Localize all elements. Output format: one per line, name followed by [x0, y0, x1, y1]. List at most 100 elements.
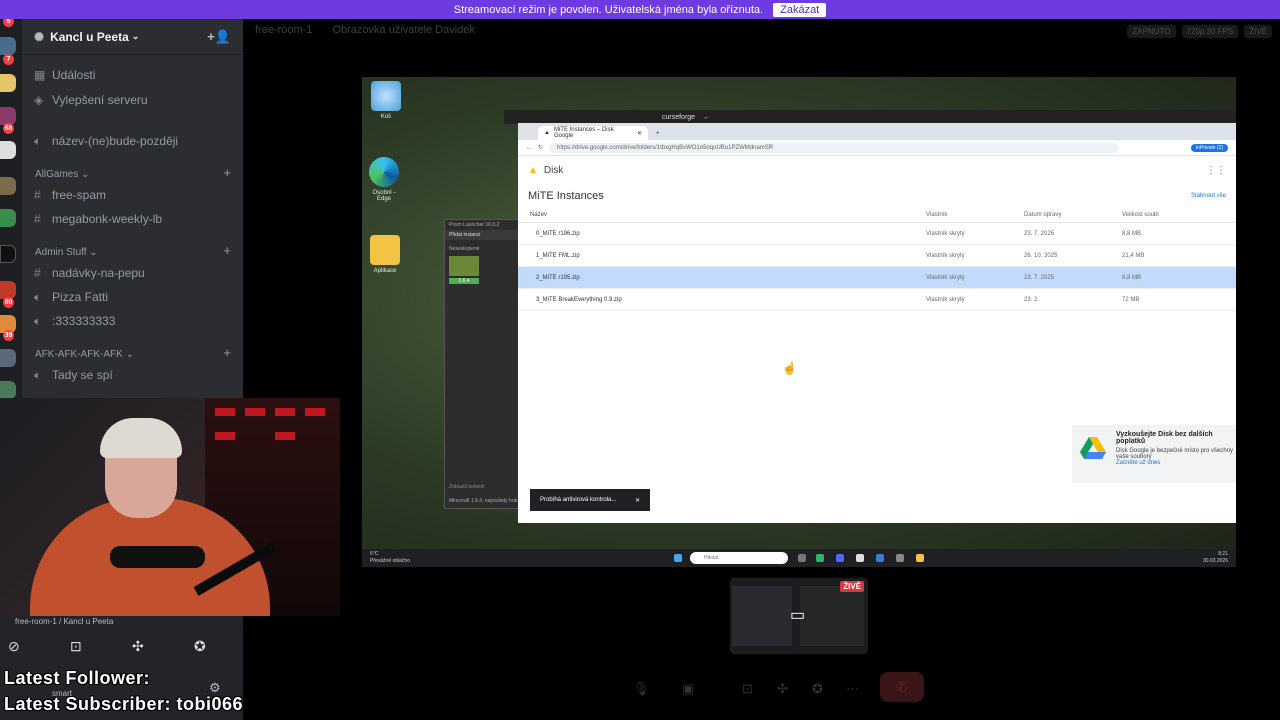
taskbar-search[interactable]: Hledat	[690, 552, 788, 564]
server-icon[interactable]	[0, 209, 16, 227]
channel-voice[interactable]: 🔈︎ Tady se spí	[34, 365, 113, 385]
weather-widget[interactable]: 6°C Převážně oblačno	[370, 551, 410, 565]
camera-icon[interactable]: ▣	[682, 681, 694, 697]
col-name[interactable]: Název	[530, 212, 926, 218]
activities-icon[interactable]: ✣	[132, 638, 144, 655]
edge-taskbar-icon[interactable]	[816, 554, 824, 562]
channel-voice[interactable]: 🔈︎ Pizza Fatti	[34, 287, 108, 307]
instance-icon[interactable]	[449, 256, 479, 276]
server-icon[interactable]	[0, 381, 16, 399]
prism-launcher-window[interactable]: Prism Launcher 10.0.2 Přidat instanci Ne…	[444, 219, 524, 509]
curseforge-taskbar-icon[interactable]	[856, 554, 864, 562]
soundboard-icon[interactable]: ✪	[194, 638, 206, 655]
browser-tab[interactable]: ▲ MiTE Instances – Disk Google ✕	[538, 126, 648, 140]
desktop-icon[interactable]: Koš	[368, 81, 404, 120]
camera-off-icon[interactable]: ⊘	[8, 638, 20, 655]
more-icon[interactable]: ⋯	[846, 681, 859, 697]
task-view-icon[interactable]	[798, 554, 806, 562]
channel-label: nadávky-na-pepu	[52, 266, 145, 280]
channel-voice[interactable]: 🔈︎ název-(ne)bude-později	[34, 131, 178, 151]
app-taskbar-icon[interactable]	[876, 554, 884, 562]
server-icon[interactable]	[0, 245, 16, 263]
app-taskbar-icon[interactable]	[896, 554, 904, 562]
instance-version: 1.6.4	[449, 278, 479, 284]
screen-share-icon[interactable]: ⊡	[70, 638, 82, 655]
create-channel-icon[interactable]: +	[223, 345, 231, 360]
file-owner: Vlastník skrytý	[926, 274, 965, 281]
disconnect-button[interactable]: ✆	[880, 672, 924, 702]
antivirus-toast: Probíhá antivirová kontrola... ✕	[530, 489, 650, 511]
file-row[interactable]: 1_MiTE FML.zip Vlastník skrytý 26. 10. 2…	[518, 245, 1236, 267]
start-icon[interactable]	[674, 554, 682, 562]
promo-body: Disk Google je bezpečné místo pro všechn…	[1116, 448, 1234, 460]
server-icon[interactable]	[0, 349, 16, 367]
folder-icon	[370, 235, 400, 265]
boost-label: Vylepšení serveru	[52, 93, 148, 107]
guild-header[interactable]: ✺ Kancl u Peeta ⌄ +👤	[22, 19, 243, 55]
invite-people-icon[interactable]: +👤	[207, 29, 231, 45]
activities-icon[interactable]: ✣	[777, 681, 788, 697]
stream-preview[interactable]: ŽIVĚ ▭	[730, 578, 868, 654]
streamer-hair	[100, 418, 182, 458]
close-tab-icon[interactable]: ✕	[637, 130, 642, 137]
mention-badge: 68	[3, 123, 14, 134]
explorer-taskbar-icon[interactable]	[916, 554, 924, 562]
server-icon[interactable]	[0, 74, 16, 92]
promo-link[interactable]: Začněte už dnes	[1116, 460, 1234, 466]
events-link[interactable]: ▦ Události	[34, 65, 95, 85]
category-allgames[interactable]: AllGames ⌄	[35, 167, 90, 181]
download-all-button[interactable]: Stáhnout vše	[1191, 193, 1226, 199]
server-boost-link[interactable]: ◈ Vylepšení serveru	[34, 90, 148, 110]
desktop-icon[interactable]: Aplikace	[367, 235, 403, 274]
channel-text[interactable]: # megabonk-weekly-lb	[34, 209, 162, 229]
hash-icon: #	[34, 188, 41, 202]
boost-icon: ◈	[34, 93, 44, 107]
microphone-icon[interactable]: 🎙︎	[633, 681, 650, 697]
create-channel-icon[interactable]: +	[223, 243, 231, 258]
back-icon[interactable]: ←	[526, 145, 532, 151]
taskbar-clock[interactable]: 8:21 30.03.2026	[1203, 551, 1228, 565]
file-name: 1_MiTE FML.zip	[536, 252, 580, 259]
disable-streamer-mode-button[interactable]: Zakázat	[773, 2, 827, 17]
launcher-status: Zobrazit konzoli	[449, 484, 485, 490]
add-instance-button[interactable]: Přidat instanci	[445, 230, 523, 240]
desktop-icon-label: Koš	[380, 114, 392, 120]
browser-window[interactable]: ▲ MiTE Instances – Disk Google ✕ + ← ↻ h…	[518, 123, 1236, 523]
file-row-selected[interactable]: 2_MiTE r195.zip Vlastník skrytý 23. 7. 2…	[518, 267, 1236, 289]
launcher-footer: Minecraft 1.6.4, naposledy hráno	[449, 498, 522, 504]
category-afk[interactable]: AFK-AFK-AFK-AFK ⌄	[35, 347, 134, 361]
channel-voice[interactable]: 🔈︎ :333333333	[34, 311, 115, 331]
channel-text[interactable]: # nadávky-na-pepu	[34, 263, 145, 283]
screen-owner: Obrazovka uživatele Davidek	[332, 24, 475, 36]
category-admin-stuff[interactable]: Admin Stuff ⌄	[35, 245, 98, 259]
drive-promo-card[interactable]: Vyzkoušejte Disk bez dalších poplatků Di…	[1072, 425, 1236, 483]
close-toast-icon[interactable]: ✕	[635, 497, 640, 504]
shared-screen[interactable]: Koš Osobní - Edge Aplikace Prism Launche…	[362, 77, 1236, 567]
profile-button[interactable]: InPrivate (2)	[1190, 143, 1228, 152]
desktop-icon[interactable]: Osobní - Edge	[366, 157, 402, 202]
screen-share-icon[interactable]: ⊡	[742, 681, 753, 697]
events-label: Události	[52, 68, 96, 82]
microphone	[110, 546, 205, 568]
file-row[interactable]: 3_MiTE BreakEverything 0.9.zip Vlastník …	[518, 289, 1236, 311]
soundboard-icon[interactable]: ✪	[812, 681, 823, 697]
create-channel-icon[interactable]: +	[223, 165, 231, 180]
col-size[interactable]: Velikost soubl	[1122, 212, 1212, 218]
back-arrow-icon[interactable]: ←	[703, 114, 710, 121]
refresh-icon[interactable]: ↻	[538, 144, 543, 151]
apps-grid-icon[interactable]: ⋮⋮	[1206, 165, 1226, 176]
tab-title: MiTE Instances – Disk Google	[553, 127, 614, 139]
col-date[interactable]: Datum úpravy	[1024, 212, 1122, 218]
file-row[interactable]: 0_MiTE r196.zip Vlastník skrytý 23. 7. 2…	[518, 223, 1236, 245]
server-icon[interactable]	[0, 177, 16, 195]
server-icon[interactable]	[0, 141, 16, 159]
server-icon[interactable]	[0, 37, 16, 55]
new-tab-icon[interactable]: +	[656, 131, 660, 137]
mention-badge: 39	[3, 330, 14, 341]
speaker-icon: 🔈︎	[34, 367, 42, 382]
col-owner[interactable]: Vlastník	[926, 212, 1024, 218]
mention-badge: 7	[3, 54, 14, 65]
discord-taskbar-icon[interactable]	[836, 554, 844, 562]
url-field[interactable]: https://drive.google.com/drive/folders/1…	[549, 142, 1120, 153]
channel-text[interactable]: # free-spam	[34, 185, 106, 205]
